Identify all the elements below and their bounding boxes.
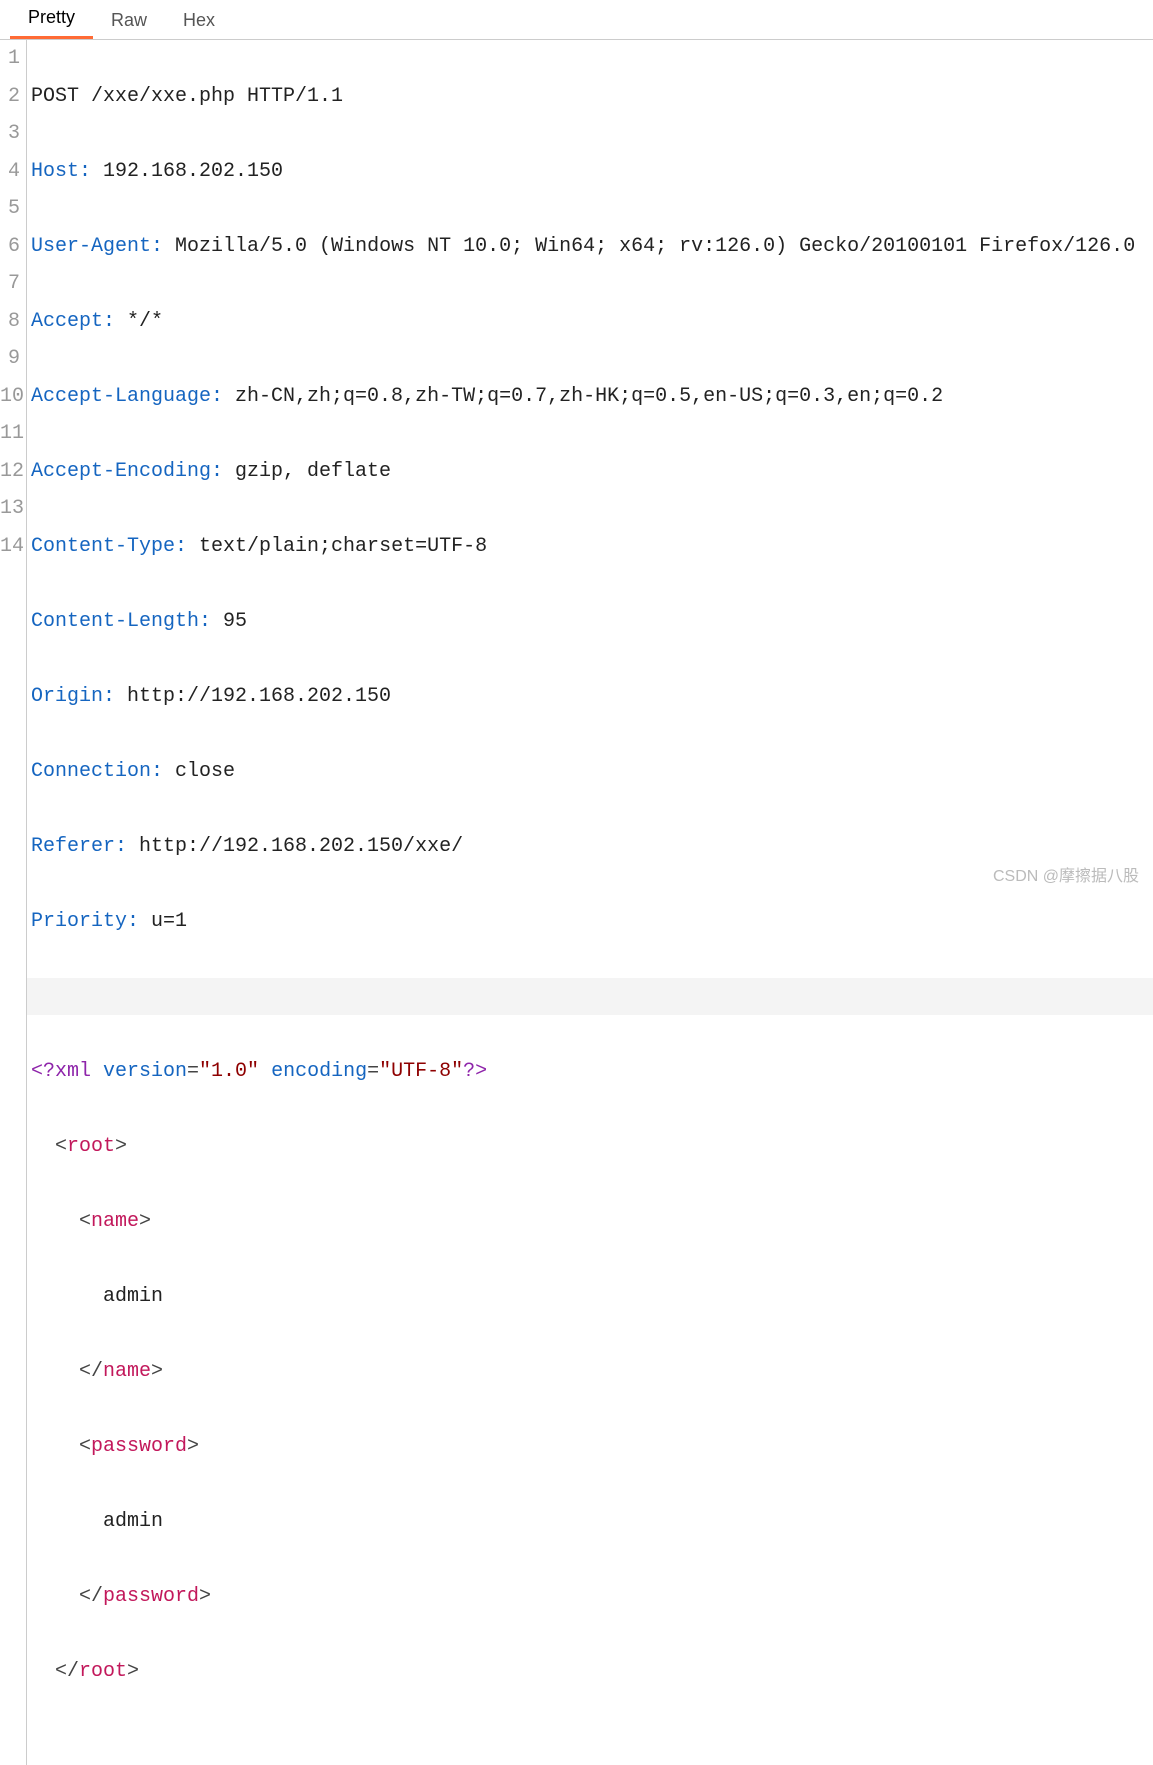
line-number: 1 — [0, 40, 20, 78]
header-value-accept: */* — [115, 310, 163, 333]
line-number: 14 — [0, 528, 20, 566]
line-number: 6 — [0, 228, 20, 266]
angle-bracket: < — [31, 1135, 67, 1158]
xml-attr-key-version: version — [91, 1060, 187, 1083]
header-key-origin: Origin: — [31, 685, 115, 708]
header-key-content-type: Content-Type: — [31, 535, 187, 558]
tab-hex[interactable]: Hex — [165, 2, 233, 39]
angle-bracket: > — [151, 1360, 163, 1383]
xml-attr-val-version: "1.0" — [199, 1060, 259, 1083]
header-key-accept: Accept: — [31, 310, 115, 333]
xml-tag-password: password — [91, 1435, 187, 1458]
line-number: 12 — [0, 453, 20, 491]
view-tabs: Pretty Raw Hex — [0, 0, 1153, 40]
line-number: 2 — [0, 78, 20, 116]
xml-tag-name-close: name — [103, 1360, 151, 1383]
header-value-content-type: text/plain;charset=UTF-8 — [187, 535, 487, 558]
xml-tag-root: root — [67, 1135, 115, 1158]
header-value-connection: close — [163, 760, 235, 783]
line-number: 3 — [0, 115, 20, 153]
header-key-content-length: Content-Length: — [31, 610, 211, 633]
xml-attr-key-encoding: encoding — [259, 1060, 367, 1083]
angle-bracket: </ — [31, 1660, 79, 1683]
tab-pretty[interactable]: Pretty — [10, 0, 93, 39]
angle-bracket: </ — [31, 1360, 103, 1383]
header-key-user-agent: User-Agent: — [31, 235, 163, 258]
equals: = — [367, 1060, 379, 1083]
line-number: 13 — [0, 490, 20, 528]
angle-bracket: </ — [31, 1585, 103, 1608]
equals: = — [187, 1060, 199, 1083]
header-value-host: 192.168.202.150 — [91, 160, 283, 183]
header-key-priority: Priority: — [31, 910, 139, 933]
line-number: 9 — [0, 340, 20, 378]
header-key-referer: Referer: — [31, 835, 127, 858]
header-value-referer: http://192.168.202.150/xxe/ — [127, 835, 463, 858]
line-number-gutter: 1 2 3 4 5 6 7 8 9 10 11 12 13 14 — [0, 40, 26, 1765]
line-number: 4 — [0, 153, 20, 191]
angle-bracket: > — [127, 1660, 139, 1683]
xml-pi-close: ?> — [463, 1060, 487, 1083]
line-number: 11 — [0, 415, 20, 453]
tab-raw[interactable]: Raw — [93, 2, 165, 39]
header-key-host: Host: — [31, 160, 91, 183]
xml-tag-password-close: password — [103, 1585, 199, 1608]
angle-bracket: < — [31, 1435, 91, 1458]
line-number: 10 — [0, 378, 20, 416]
http-editor[interactable]: 1 2 3 4 5 6 7 8 9 10 11 12 13 14 POST /x… — [0, 40, 1153, 1765]
header-key-accept-language: Accept-Language: — [31, 385, 223, 408]
header-value-origin: http://192.168.202.150 — [115, 685, 391, 708]
xml-pi-open: <?xml — [31, 1060, 91, 1083]
header-value-content-length: 95 — [211, 610, 247, 633]
code-content[interactable]: POST /xxe/xxe.php HTTP/1.1 Host: 192.168… — [26, 40, 1153, 1765]
xml-text-password: admin — [31, 1510, 163, 1533]
header-key-connection: Connection: — [31, 760, 163, 783]
watermark: CSDN @摩擦据八股 — [993, 862, 1139, 886]
header-key-accept-encoding: Accept-Encoding: — [31, 460, 223, 483]
line-number: 7 — [0, 265, 20, 303]
angle-bracket: > — [139, 1210, 151, 1233]
angle-bracket: < — [31, 1210, 91, 1233]
xml-attr-val-encoding: "UTF-8" — [379, 1060, 463, 1083]
xml-tag-root-close: root — [79, 1660, 127, 1683]
request-line: POST /xxe/xxe.php HTTP/1.1 — [31, 85, 343, 108]
xml-tag-name: name — [91, 1210, 139, 1233]
xml-text-name: admin — [31, 1285, 163, 1308]
header-value-user-agent: Mozilla/5.0 (Windows NT 10.0; Win64; x64… — [163, 235, 1135, 258]
line-number: 5 — [0, 190, 20, 228]
header-value-priority: u=1 — [139, 910, 187, 933]
angle-bracket: > — [115, 1135, 127, 1158]
angle-bracket: > — [199, 1585, 211, 1608]
angle-bracket: > — [187, 1435, 199, 1458]
blank-line — [27, 978, 1153, 1016]
line-number: 8 — [0, 303, 20, 341]
header-value-accept-encoding: gzip, deflate — [223, 460, 391, 483]
header-value-accept-language: zh-CN,zh;q=0.8,zh-TW;q=0.7,zh-HK;q=0.5,e… — [223, 385, 943, 408]
